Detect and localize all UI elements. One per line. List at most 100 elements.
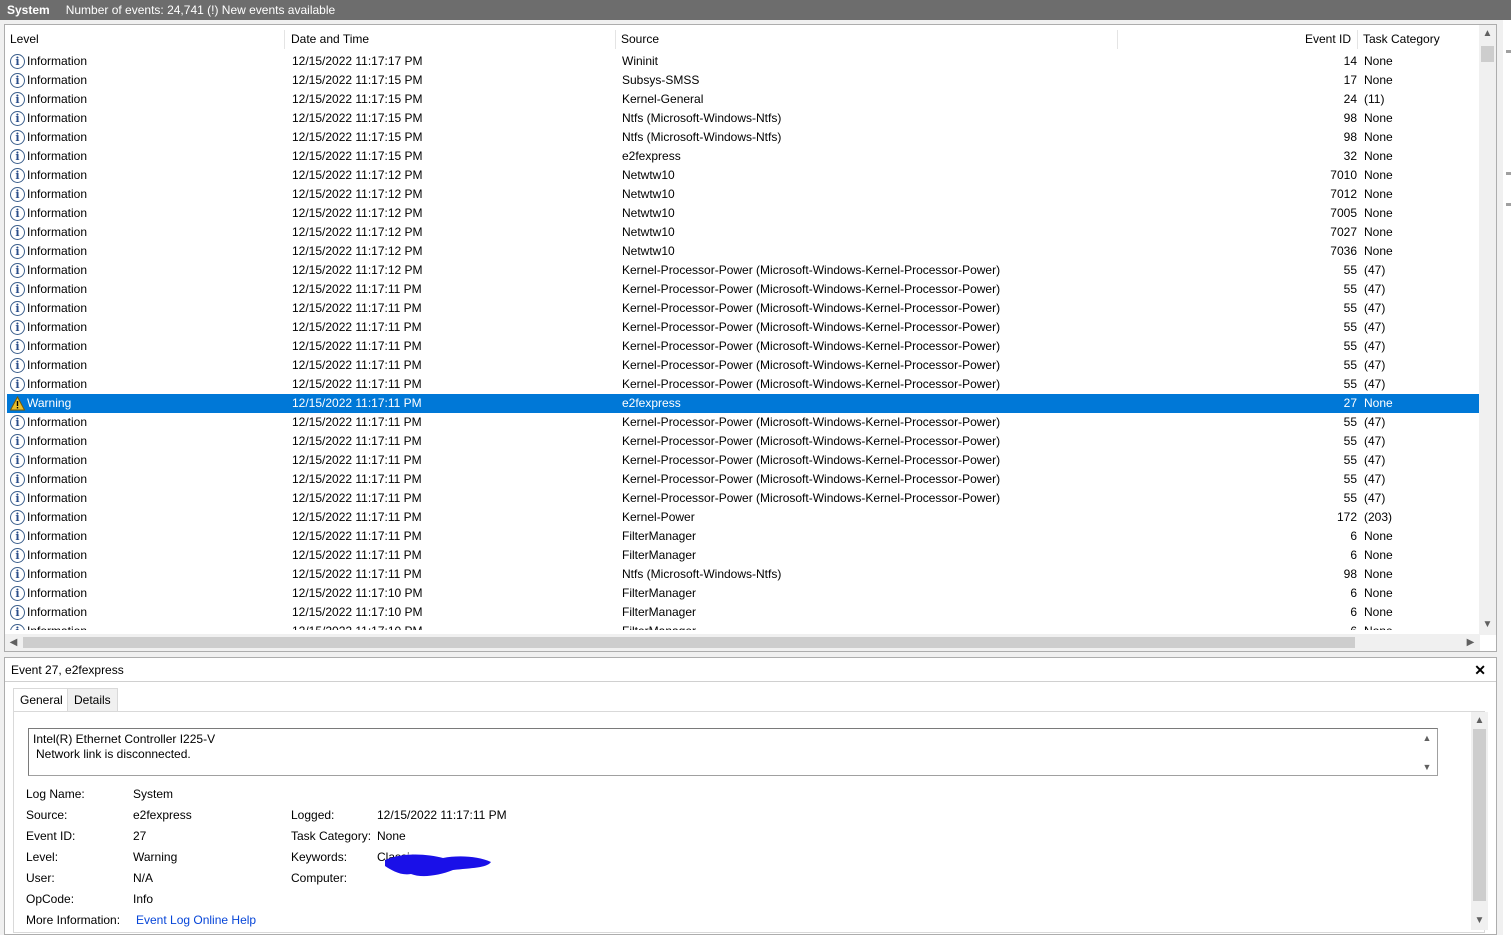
cell-date-time: 12/15/2022 11:17:12 PM	[292, 244, 423, 258]
label-computer: Computer:	[291, 871, 348, 885]
table-row[interactable]: i Information 12/15/2022 11:17:11 PM Filter…	[7, 546, 1479, 565]
table-row[interactable]: i Information 12/15/2022 11:17:12 PM Netwtw…	[7, 204, 1479, 223]
description-scroll[interactable]: ▲ ▼	[1421, 731, 1433, 773]
value-source[interactable]: e2fexpress	[133, 808, 192, 822]
event-list-vertical-scrollbar[interactable]: ▲ ▼	[1479, 25, 1496, 635]
table-row[interactable]: i Information 12/15/2022 11:17:11 PM Kernel…	[7, 413, 1479, 432]
table-row[interactable]: i Information 12/15/2022 11:17:15 PM e2fexp…	[7, 147, 1479, 166]
cell-event-id: 55	[1343, 301, 1357, 315]
cell-level: Information	[27, 54, 88, 68]
value-task-category[interactable]: None	[377, 829, 406, 843]
cell-source: Kernel-Processor-Power (Microsoft-Window…	[622, 453, 1001, 467]
table-row[interactable]: i Information 12/15/2022 11:17:11 PM Kernel…	[7, 375, 1479, 394]
chevron-down-icon[interactable]: ▼	[1421, 760, 1433, 775]
table-row[interactable]: i Information 12/15/2022 11:17:11 PM Kernel…	[7, 451, 1479, 470]
value-logged[interactable]: 12/15/2022 11:17:11 PM	[377, 808, 507, 822]
value-opcode[interactable]: Info	[133, 892, 153, 906]
table-row[interactable]: i Information 12/15/2022 11:17:11 PM Kernel…	[7, 432, 1479, 451]
event-log-online-help-link[interactable]: Event Log Online Help	[136, 913, 256, 927]
column-level[interactable]: Level	[5, 30, 285, 49]
column-date-time[interactable]: Date and Time	[286, 30, 616, 49]
info-icon: i	[10, 453, 25, 468]
label-keywords: Keywords:	[291, 850, 348, 864]
cell-source: Kernel-Processor-Power (Microsoft-Window…	[622, 263, 1001, 277]
info-icon: i	[10, 339, 25, 354]
value-user[interactable]: N/A	[133, 871, 153, 885]
cell-source: Netwtw10	[622, 168, 675, 182]
info-icon: i	[10, 149, 25, 164]
table-row[interactable]: i Information 12/15/2022 11:17:11 PM Kernel…	[7, 508, 1479, 527]
label-event-id: Event ID:	[26, 829, 76, 843]
edge-mark	[1506, 172, 1511, 175]
cell-level: Information	[27, 434, 88, 448]
column-source[interactable]: Source	[616, 30, 1118, 49]
table-row[interactable]: i Information 12/15/2022 11:17:11 PM Kernel…	[7, 318, 1479, 337]
table-row[interactable]: iInformation 12/15/2022 11:17:10 PM Filter…	[7, 584, 1479, 603]
table-row[interactable]: i Information 12/15/2022 11:17:15 PM Kernel…	[7, 90, 1479, 109]
detail-vertical-scrollbar[interactable]: ▲ ▼	[1471, 712, 1488, 930]
horizontal-scroll-thumb[interactable]	[23, 637, 1355, 648]
table-row[interactable]: i Information 12/15/2022 11:17:12 PM Netwtw…	[7, 185, 1479, 204]
cell-task-category: (47)	[1364, 491, 1386, 505]
table-row[interactable]: i Information 12/15/2022 11:17:11 PM Ntfs (…	[7, 565, 1479, 584]
event-list[interactable]: Level Date and Time Source Event ID Task…	[4, 24, 1497, 652]
cell-level: Information	[27, 567, 88, 581]
cell-event-id: 55	[1343, 282, 1357, 296]
table-row-selected[interactable]: Warning 12/15/2022 11:17:11 PM e2fexpress 2…	[7, 394, 1479, 413]
info-icon: i	[10, 244, 25, 259]
scroll-right-arrow-icon[interactable]: ▶	[1462, 634, 1479, 651]
table-row[interactable]: i Information 12/15/2022 11:17:11 PM Kernel…	[7, 337, 1479, 356]
vertical-scroll-thumb[interactable]	[1481, 46, 1494, 62]
info-icon: i	[10, 434, 25, 449]
table-row[interactable]: i Information 12/15/2022 11:17:15 PM Ntfs (…	[7, 109, 1479, 128]
table-row[interactable]: i Information 12/15/2022 11:17:11 PM Kernel…	[7, 280, 1479, 299]
table-row[interactable]: i Information 12/15/2022 11:17:11 PM Kernel…	[7, 356, 1479, 375]
info-icon: i	[10, 301, 25, 316]
cell-task-category: None	[1364, 130, 1393, 144]
cell-level: Information	[27, 472, 88, 486]
cell-source: Subsys-SMSS	[622, 73, 700, 87]
cell-task-category: (47)	[1364, 301, 1386, 315]
tab-general[interactable]: General	[13, 688, 70, 713]
cell-level: Information	[27, 263, 88, 277]
cell-event-id: 6	[1350, 605, 1357, 619]
table-row[interactable]: i Information 12/15/2022 11:17:11 PM Kernel…	[7, 470, 1479, 489]
cell-event-id: 17	[1343, 73, 1357, 87]
table-row[interactable]: i Information 12/15/2022 11:17:15 PM Subsys…	[7, 71, 1479, 90]
detail-scroll-down-icon[interactable]: ▼	[1471, 912, 1488, 929]
table-row[interactable]: i Information 12/15/2022 11:17:15 PM Ntfs (…	[7, 128, 1479, 147]
cell-task-category: (47)	[1364, 415, 1386, 429]
column-task-category[interactable]: Task Category	[1358, 30, 1480, 49]
table-row[interactable]: i Information 12/15/2022 11:17:17 PM Winini…	[7, 52, 1479, 71]
chevron-up-icon[interactable]: ▲	[1421, 731, 1433, 746]
info-icon: i	[10, 491, 25, 506]
table-row[interactable]: iInformation 12/15/2022 11:17:10 PM Filter…	[7, 622, 1479, 630]
table-row[interactable]: iInformation 12/15/2022 11:17:10 PM Filter…	[7, 603, 1479, 622]
tab-details[interactable]: Details	[67, 688, 118, 712]
table-row[interactable]: i Information 12/15/2022 11:17:12 PM Netwtw…	[7, 166, 1479, 185]
value-log-name[interactable]: System	[133, 787, 173, 801]
value-level[interactable]: Warning	[133, 850, 177, 864]
scroll-down-arrow-icon[interactable]: ▼	[1479, 616, 1496, 633]
scroll-left-arrow-icon[interactable]: ◀	[5, 634, 22, 651]
detail-scroll-thumb[interactable]	[1473, 729, 1486, 901]
event-detail-title-text: Event 27, e2fexpress	[11, 663, 124, 677]
cell-level: Information	[27, 320, 88, 334]
close-icon[interactable]: ✕	[1474, 661, 1486, 679]
table-row[interactable]: i Information 12/15/2022 11:17:11 PM Kernel…	[7, 299, 1479, 318]
column-event-id[interactable]: Event ID	[1118, 30, 1358, 49]
value-event-id[interactable]: 27	[133, 829, 146, 843]
table-row[interactable]: i Information 12/15/2022 11:17:11 PM Filter…	[7, 527, 1479, 546]
event-list-horizontal-scrollbar[interactable]: ◀ ▶	[5, 634, 1480, 651]
scroll-up-arrow-icon[interactable]: ▲	[1479, 25, 1496, 42]
event-description[interactable]: Intel(R) Ethernet Controller I225-V Netw…	[28, 728, 1438, 776]
detail-scroll-up-icon[interactable]: ▲	[1471, 712, 1488, 729]
event-count-status[interactable]: Number of events: 24,741 (!) New events …	[66, 3, 335, 17]
table-row[interactable]: i Information 12/15/2022 11:17:12 PM Kernel…	[7, 261, 1479, 280]
cell-event-id: 55	[1343, 320, 1357, 334]
edge-mark	[1506, 203, 1511, 206]
description-line-1: Intel(R) Ethernet Controller I225-V	[33, 732, 216, 746]
table-row[interactable]: i Information 12/15/2022 11:17:12 PM Netwtw…	[7, 223, 1479, 242]
table-row[interactable]: i Information 12/15/2022 11:17:11 PM Kernel…	[7, 489, 1479, 508]
table-row[interactable]: i Information 12/15/2022 11:17:12 PM Netwtw…	[7, 242, 1479, 261]
